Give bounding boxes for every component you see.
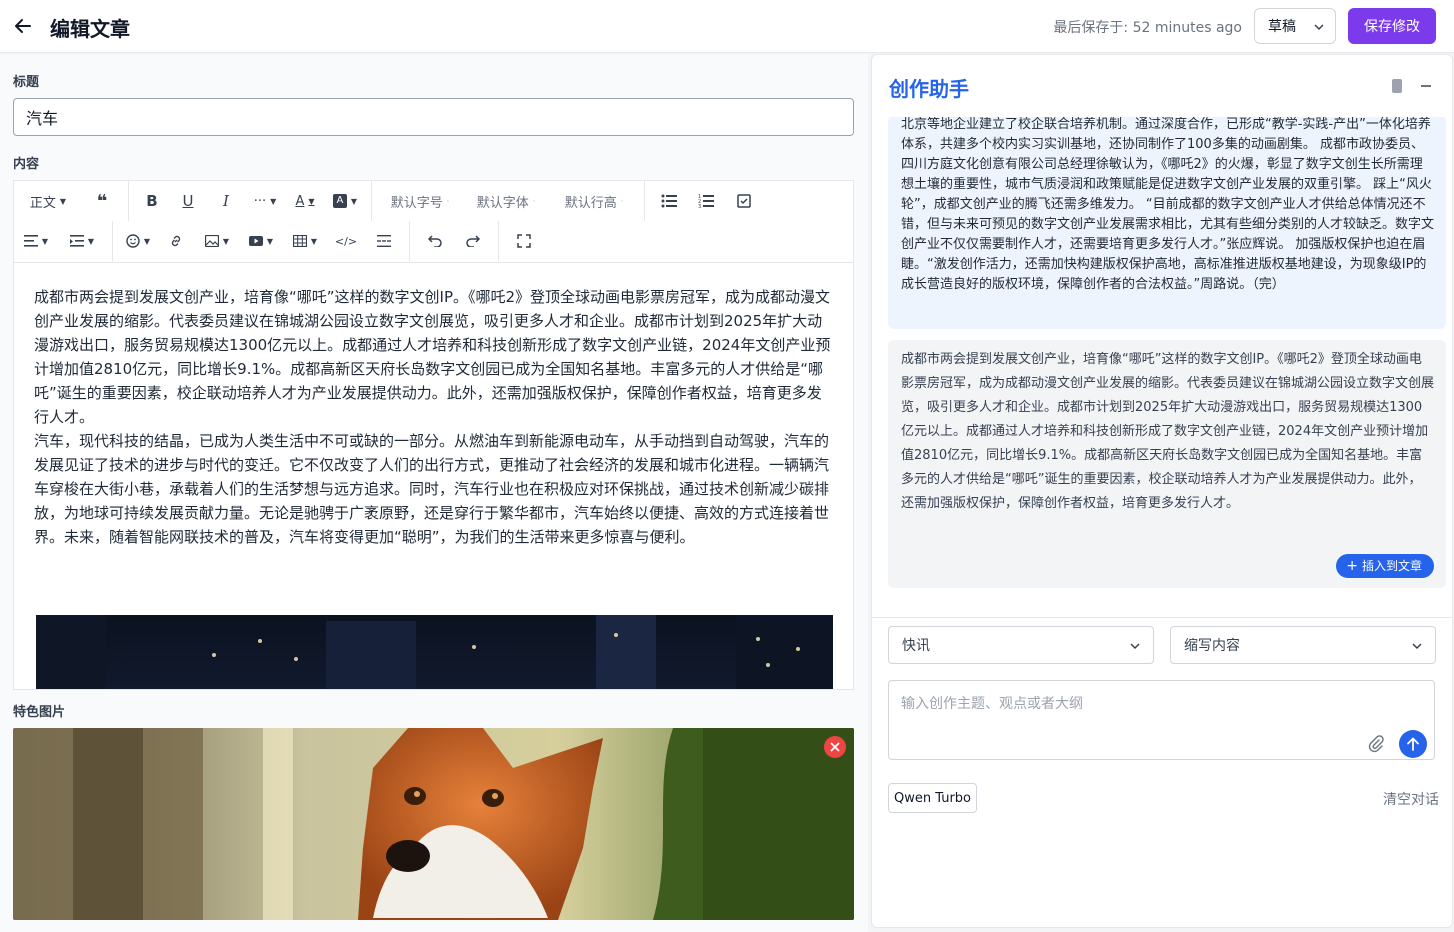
close-icon	[830, 742, 840, 752]
fox-illustration	[13, 728, 854, 920]
indent-icon[interactable]: ▼	[58, 226, 106, 256]
message-text: 成都市两会提到发展文创产业，培育像“哪吒”这样的数字文创IP。《哪吒2》登顶全球…	[901, 352, 1435, 511]
fullscreen-icon[interactable]	[505, 226, 543, 256]
italic-icon[interactable]: I	[207, 186, 245, 216]
assistant-panel: 创作助手 北京等地企业建立了校企联合培养机制。通过深度合作，已形成“教学-实践-…	[871, 54, 1453, 928]
chat-history: 北京等地企业建立了校企联合培养机制。通过深度合作，已形成“教学-实践-产出”一体…	[872, 117, 1452, 617]
arrow-up-icon	[1407, 737, 1419, 751]
featured-image-label: 特色图片	[13, 705, 66, 720]
redo-icon[interactable]	[454, 226, 492, 256]
top-bar: 编辑文章 最后保存于: 52 minutes ago 草稿 保存修改	[0, 0, 1454, 53]
link-icon[interactable]	[157, 226, 195, 256]
video-icon[interactable]: ▼	[239, 226, 283, 256]
font-family-select[interactable]: 默认字体 ·	[462, 186, 550, 216]
bold-icon[interactable]: B	[135, 186, 169, 216]
prompt-input[interactable]	[888, 680, 1435, 760]
save-button[interactable]: 保存修改	[1348, 8, 1436, 44]
action-select-value: 缩写内容	[1184, 638, 1240, 654]
paperclip-icon[interactable]	[1367, 735, 1385, 753]
assistant-title: 创作助手	[889, 77, 969, 101]
minimize-icon[interactable]	[1421, 85, 1431, 87]
content-image[interactable]	[36, 615, 833, 689]
divider-icon[interactable]	[365, 226, 403, 256]
title-input[interactable]	[13, 98, 854, 136]
align-icon[interactable]: ▼	[14, 226, 58, 256]
send-button[interactable]	[1399, 730, 1427, 758]
rich-text-editor: 正文 ▼ ❝ B U I ··· ▼ A ▼ A ▼ 默认字号 · 默认字体 · 默认行高 ·…	[13, 180, 854, 690]
numbered-list-icon[interactable]: 123	[687, 186, 725, 216]
undo-icon[interactable]	[416, 226, 454, 256]
line-height-select[interactable]: 默认行高 ·	[550, 186, 638, 216]
clear-chat-button[interactable]: 清空对话	[1383, 789, 1439, 809]
content-label: 内容	[13, 157, 40, 172]
status-select-value: 草稿	[1268, 19, 1296, 35]
chevron-down-icon	[1130, 643, 1140, 650]
font-size-label: 默认字号	[390, 195, 443, 211]
model-select[interactable]: Qwen Turbo	[888, 783, 977, 813]
paragraph-style-select[interactable]: 正文 ▼	[14, 186, 82, 216]
svg-text:3: 3	[698, 204, 701, 208]
chevron-down-icon	[1314, 24, 1324, 31]
line-height-label: 默认行高	[564, 195, 617, 211]
chevron-down-icon	[1412, 643, 1422, 650]
editor-toolbar: 正文 ▼ ❝ B U I ··· ▼ A ▼ A ▼ 默认字号 · 默认字体 · 默认行高 ·…	[14, 181, 853, 263]
phone-icon[interactable]	[1392, 79, 1402, 93]
action-select[interactable]: 缩写内容	[1170, 626, 1436, 664]
divider	[872, 617, 1452, 618]
user-message: 成都市两会提到发展文创产业，培育像“哪吒”这样的数字文创IP。《哪吒2》登顶全球…	[888, 340, 1446, 588]
insert-to-article-button[interactable]: + 插入到文章	[1336, 554, 1434, 578]
font-family-label: 默认字体	[476, 195, 529, 211]
editor-pane: 标题 内容 正文▼ ❝ B U I ···▼ A▼ A▼ 默认字号· 默认字体·…	[0, 54, 868, 932]
assistant-message: 北京等地企业建立了校企联合培养机制。通过深度合作，已形成“教学-实践-产出”一体…	[888, 117, 1446, 329]
remove-image-button[interactable]	[824, 736, 846, 758]
blockquote-icon[interactable]: ❝	[82, 186, 122, 216]
code-icon[interactable]: </>	[327, 226, 365, 256]
status-select[interactable]: 草稿	[1254, 8, 1336, 44]
more-format-icon[interactable]: ··· ▼	[245, 186, 285, 216]
content-paragraph: 成都市两会提到发展文创产业，培育像“哪吒”这样的数字文创IP。《哪吒2》登顶全球…	[34, 288, 831, 426]
paragraph-style-label: 正文	[29, 195, 56, 211]
emoji-icon[interactable]: ▼	[119, 226, 157, 256]
insert-label: 插入到文章	[1361, 559, 1422, 573]
featured-image[interactable]	[13, 728, 854, 920]
bulleted-list-icon[interactable]	[651, 186, 687, 216]
background-color-icon[interactable]: A ▼	[325, 186, 365, 216]
back-arrow-icon[interactable]	[12, 15, 34, 37]
image-icon[interactable]: ▼	[195, 226, 239, 256]
page-title: 编辑文章	[50, 17, 130, 41]
type-select-value: 快讯	[902, 638, 930, 654]
type-select[interactable]: 快讯	[888, 626, 1154, 664]
font-color-icon[interactable]: A ▼	[285, 186, 325, 216]
font-size-select[interactable]: 默认字号 ·	[378, 186, 462, 216]
last-saved-text: 最后保存于: 52 minutes ago	[1053, 20, 1242, 36]
plus-icon: +	[1346, 558, 1358, 574]
checkbox-list-icon[interactable]	[725, 186, 763, 216]
underline-icon[interactable]: U	[169, 186, 207, 216]
table-icon[interactable]: ▼	[283, 226, 327, 256]
title-label: 标题	[13, 75, 40, 90]
content-paragraph: 汽车，现代科技的结晶，已成为人类生活中不可或缺的一部分。从燃油车到新能源电动车，…	[34, 432, 830, 546]
